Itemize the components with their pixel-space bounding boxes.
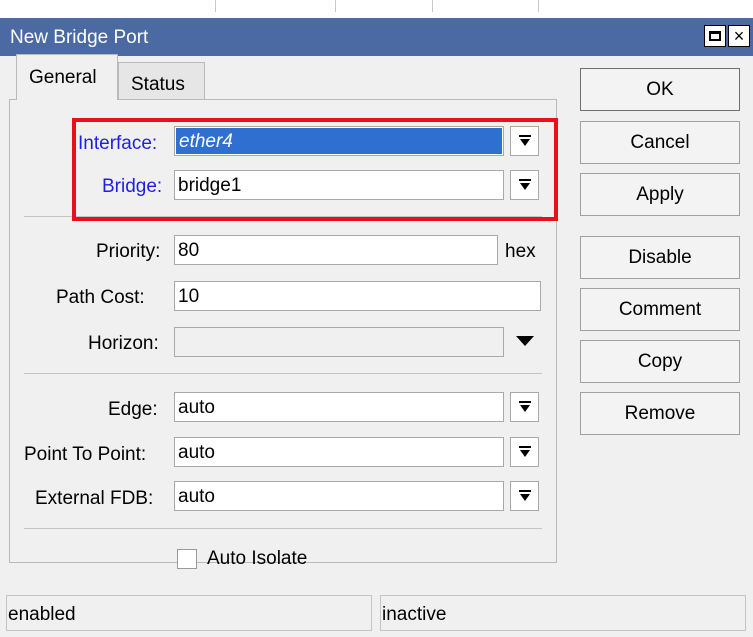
window-title: New Bridge Port	[10, 27, 149, 48]
horizon-dropdown-arrow-icon[interactable]	[516, 336, 534, 347]
dropdown-arrow-icon	[519, 401, 531, 412]
remove-button-label: Remove	[624, 402, 696, 424]
status-bar-running: inactive	[380, 595, 746, 631]
tab-status[interactable]: Status	[118, 62, 205, 100]
external-fdb-label: External FDB:	[35, 488, 154, 509]
column-divider	[335, 0, 336, 12]
cancel-button[interactable]: Cancel	[580, 121, 740, 164]
edge-field[interactable]: auto	[174, 392, 504, 422]
disable-button[interactable]: Disable	[580, 236, 740, 279]
auto-isolate-label: Auto Isolate	[207, 548, 308, 569]
column-divider	[432, 0, 433, 12]
external-fdb-field[interactable]: auto	[174, 481, 504, 511]
tab-status-label: Status	[131, 74, 185, 95]
title-bar[interactable]: New Bridge Port ×	[0, 18, 753, 56]
horizon-field[interactable]	[174, 327, 504, 357]
tab-general[interactable]: General	[16, 54, 118, 100]
auto-isolate-checkbox[interactable]	[177, 549, 197, 569]
edge-dropdown-button[interactable]	[510, 392, 539, 422]
highlight-annotation-box	[72, 118, 558, 221]
remove-button[interactable]: Remove	[580, 392, 740, 435]
comment-button-label: Comment	[618, 298, 702, 320]
apply-button-label: Apply	[636, 183, 684, 205]
edge-value: auto	[178, 397, 215, 418]
column-divider	[538, 0, 539, 12]
external-fdb-value: auto	[178, 486, 215, 507]
tab-general-label: General	[29, 67, 97, 88]
ok-button-label: OK	[646, 78, 674, 100]
maximize-button[interactable]	[704, 25, 726, 47]
cancel-button-label: Cancel	[630, 131, 690, 153]
point-to-point-label: Point To Point:	[24, 444, 147, 465]
column-divider	[215, 0, 216, 12]
priority-hex-suffix: hex	[505, 241, 536, 262]
point-to-point-field[interactable]: auto	[174, 437, 504, 467]
priority-value: 80	[178, 240, 200, 261]
copy-button[interactable]: Copy	[580, 340, 740, 383]
apply-button[interactable]: Apply	[580, 173, 740, 216]
dropdown-arrow-icon	[519, 446, 531, 457]
point-to-point-value: auto	[178, 442, 215, 463]
edge-label: Edge:	[108, 399, 158, 420]
dropdown-arrow-icon	[519, 490, 531, 501]
close-button[interactable]: ×	[728, 25, 750, 47]
top-strip	[0, 0, 753, 18]
status-running-text: inactive	[382, 604, 447, 625]
close-icon: ×	[733, 26, 745, 46]
copy-button-label: Copy	[637, 350, 683, 372]
status-bar-enabled: enabled	[6, 595, 372, 631]
status-enabled-text: enabled	[8, 604, 76, 625]
comment-button[interactable]: Comment	[580, 288, 740, 331]
point-to-point-dropdown-button[interactable]	[510, 437, 539, 467]
path-cost-field[interactable]: 10	[174, 281, 541, 311]
horizon-label: Horizon:	[88, 333, 159, 354]
separator	[24, 373, 542, 374]
ok-button[interactable]: OK	[580, 68, 740, 111]
path-cost-label: Path Cost:	[56, 287, 145, 308]
maximize-icon	[709, 31, 721, 41]
separator	[24, 528, 542, 529]
priority-field[interactable]: 80	[174, 235, 498, 265]
priority-label: Priority:	[96, 241, 161, 262]
disable-button-label: Disable	[628, 246, 692, 268]
path-cost-value: 10	[178, 286, 200, 307]
external-fdb-dropdown-button[interactable]	[510, 481, 539, 511]
